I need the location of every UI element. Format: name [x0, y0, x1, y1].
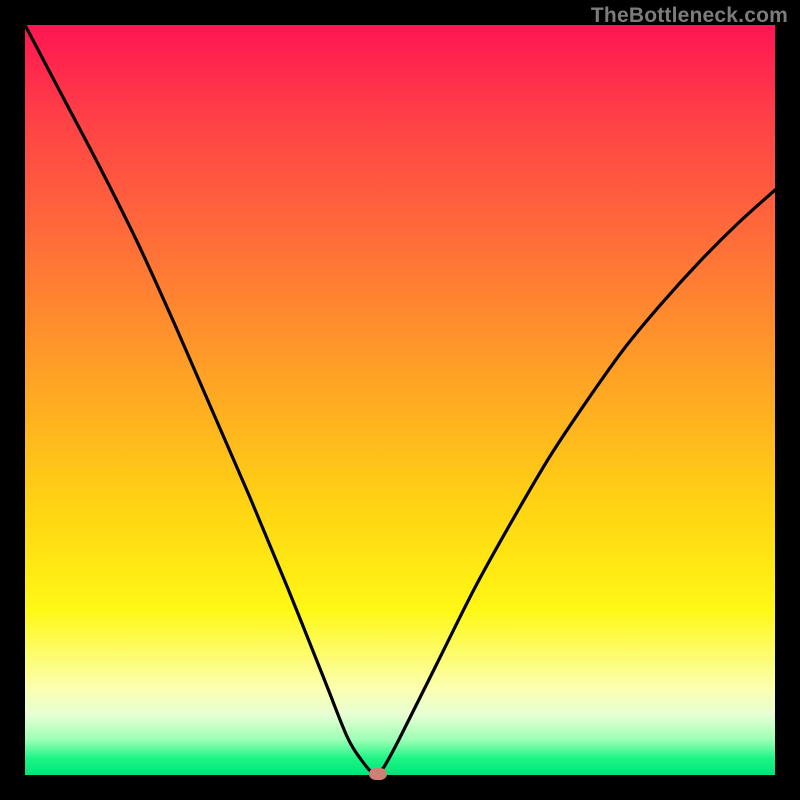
bottleneck-curve [25, 25, 775, 775]
plot-area [25, 25, 775, 775]
chart-frame: TheBottleneck.com [0, 0, 800, 800]
optimum-marker [369, 768, 387, 780]
